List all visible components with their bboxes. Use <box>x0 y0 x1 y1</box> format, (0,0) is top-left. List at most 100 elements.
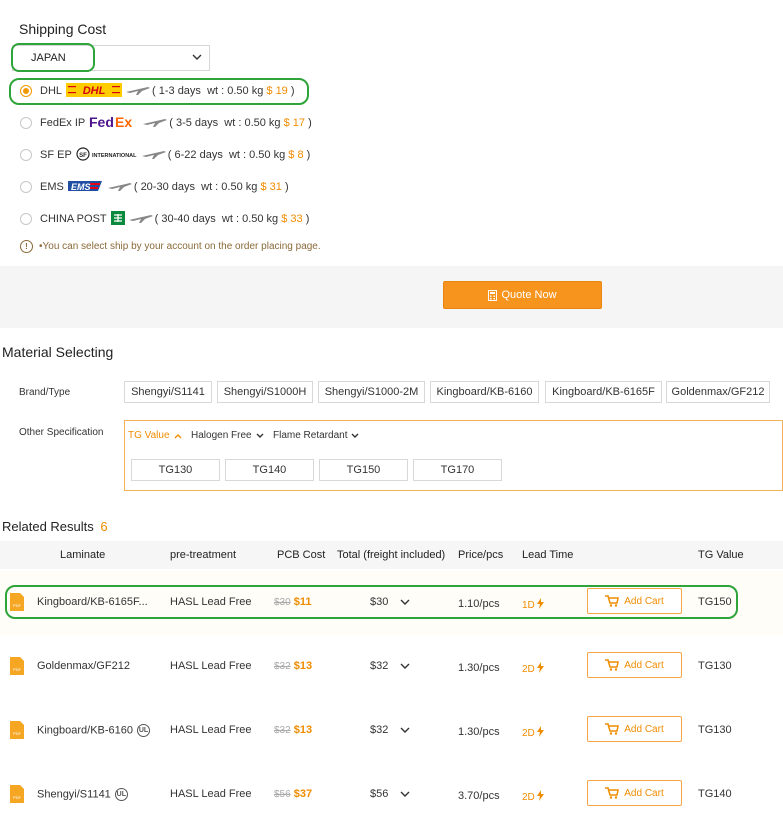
pre-treatment: HASL Lead Free <box>170 596 252 608</box>
column-header: pre-treatment <box>170 549 237 561</box>
total-cost: $56 <box>370 788 389 800</box>
brand-chip[interactable]: Shengyi/S1141 <box>124 381 212 403</box>
brand-chip[interactable]: Kingboard/KB-6165F <box>545 381 662 403</box>
svg-text:INTERNATIONAL: INTERNATIONAL <box>92 153 137 159</box>
ship-price: $ 33 <box>281 213 303 225</box>
old-cost: $30 <box>274 597 291 608</box>
ems-logo-icon: EMS <box>67 179 104 196</box>
total-cost: $32 <box>370 724 389 736</box>
tg-chip[interactable]: TG150 <box>319 459 408 481</box>
airplane-icon <box>143 117 168 130</box>
carrier-name: CHINA POST <box>40 213 107 225</box>
filter-label: TG Value <box>128 430 170 441</box>
column-header: Price/pcs <box>458 549 504 561</box>
ship-paren: ) <box>284 181 289 193</box>
tg-chip[interactable]: TG140 <box>225 459 314 481</box>
ship-weight: wt : 0.50 kg <box>221 213 279 225</box>
price-per-pcs: 1.30/pcs <box>458 726 500 738</box>
pdf-icon[interactable]: PDF <box>10 657 24 675</box>
add-cart-button[interactable]: Add Cart <box>587 716 682 742</box>
brand-chip[interactable]: Shengyi/S1000-2M <box>318 381 425 403</box>
lead-time: 1D <box>522 598 544 611</box>
tg-chip[interactable]: TG130 <box>131 459 220 481</box>
pdf-icon[interactable]: PDF <box>10 721 24 739</box>
chevron-down-icon[interactable] <box>399 661 411 671</box>
ship-weight: wt : 0.50 kg <box>228 149 286 161</box>
cart-label: Add Cart <box>624 723 664 735</box>
pdf-icon[interactable]: PDF <box>10 593 24 611</box>
carrier-name: FedEx IP <box>40 117 86 129</box>
ship-paren: ) <box>305 213 310 225</box>
cost: $11 <box>293 596 312 608</box>
quote-now-button[interactable]: Quote Now <box>443 281 602 309</box>
total-cost: $30 <box>370 596 389 608</box>
calculator-icon <box>488 289 498 301</box>
chevron-down-icon[interactable] <box>399 725 411 735</box>
china-post-logo-icon <box>110 210 125 228</box>
shipping-option-ems[interactable]: EMS EMS ( 20-30 days wt : 0.50 kg $ 31 ) <box>20 177 289 197</box>
cart-icon <box>605 723 620 735</box>
results-count: 6 <box>100 519 108 534</box>
filter-halogen-free[interactable]: Halogen Free <box>191 430 265 441</box>
laminate-name: Goldenmax/GF212 <box>37 660 130 672</box>
lead-value: 1D <box>522 600 535 611</box>
chevron-down-icon[interactable] <box>399 789 411 799</box>
filter-label: Halogen Free <box>191 430 252 441</box>
add-cart-button[interactable]: Add Cart <box>587 652 682 678</box>
spec-label: Other Specification <box>19 427 104 438</box>
cart-icon <box>605 787 620 799</box>
filter-label: Flame Retardant <box>273 430 348 441</box>
chevron-down-icon[interactable] <box>399 597 411 607</box>
filter-tg-value[interactable]: TG Value <box>128 430 183 441</box>
filter-flame-retardant[interactable]: Flame Retardant <box>273 430 360 441</box>
material-title: Material Selecting <box>2 344 114 360</box>
add-cart-button[interactable]: Add Cart <box>587 780 682 806</box>
radio-unselected[interactable] <box>20 181 32 193</box>
svg-text:PDF: PDF <box>13 795 22 800</box>
tg-chip[interactable]: TG170 <box>413 459 502 481</box>
shipping-note: ! •You can select ship by your account o… <box>20 240 321 253</box>
old-cost: $32 <box>274 661 291 672</box>
ship-days: ( 3-5 days <box>169 117 219 129</box>
shipping-title: Shipping Cost <box>19 21 107 37</box>
tg-value: TG150 <box>698 596 732 608</box>
tg-value: TG140 <box>698 788 732 800</box>
shipping-option-sf[interactable]: SF EP SF INTERNATIONAL ( 6-22 days wt : 0… <box>20 145 310 165</box>
radio-unselected[interactable] <box>20 117 32 129</box>
lead-value: 2D <box>522 664 535 675</box>
shipping-option-fedex[interactable]: FedEx IP Fed Ex ( 3-5 days wt : 0.50 kg $… <box>20 113 312 133</box>
column-header: Laminate <box>60 549 106 561</box>
svg-text:PDF: PDF <box>13 603 22 608</box>
pdf-icon[interactable]: PDF <box>10 785 24 803</box>
brand-chip[interactable]: Goldenmax/GF212 <box>666 381 770 403</box>
lead-time: 2D <box>522 726 544 739</box>
ship-days: ( 6-22 days <box>167 149 223 161</box>
shipping-option-china-post[interactable]: CHINA POST ( 30-40 days wt : 0.50 kg $ 3… <box>20 209 309 229</box>
laminate-text: Kingboard/KB-6160 <box>37 724 134 737</box>
total-cost: $32 <box>370 660 389 672</box>
brand-label: Brand/Type <box>19 387 71 398</box>
chevron-down-icon <box>191 50 203 69</box>
pcb-cost: $30 $11 <box>274 596 312 608</box>
add-cart-button[interactable]: Add Cart <box>587 588 682 614</box>
pcb-cost: $56 $37 <box>274 788 312 800</box>
brand-chip[interactable]: Kingboard/KB-6160 <box>430 381 539 403</box>
svg-text:Ex: Ex <box>115 114 132 130</box>
pre-treatment: HASL Lead Free <box>170 788 252 800</box>
cost: $13 <box>293 724 313 736</box>
brand-chip[interactable]: Shengyi/S1000H <box>217 381 313 403</box>
column-header: PCB Cost <box>277 549 326 561</box>
quote-label: Quote Now <box>501 289 557 301</box>
column-header: TG Value <box>698 549 744 561</box>
tg-value: TG130 <box>698 724 732 736</box>
warning-icon: ! <box>20 240 33 253</box>
chevron-down-icon <box>351 433 359 438</box>
ship-weight: wt : 0.50 kg <box>224 117 281 129</box>
lightning-icon <box>536 662 544 673</box>
lead-value: 2D <box>522 728 535 739</box>
radio-unselected[interactable] <box>20 149 32 161</box>
carrier-name: EMS <box>40 181 64 193</box>
pre-treatment: HASL Lead Free <box>170 660 252 672</box>
airplane-icon <box>141 149 166 162</box>
radio-unselected[interactable] <box>20 213 32 225</box>
